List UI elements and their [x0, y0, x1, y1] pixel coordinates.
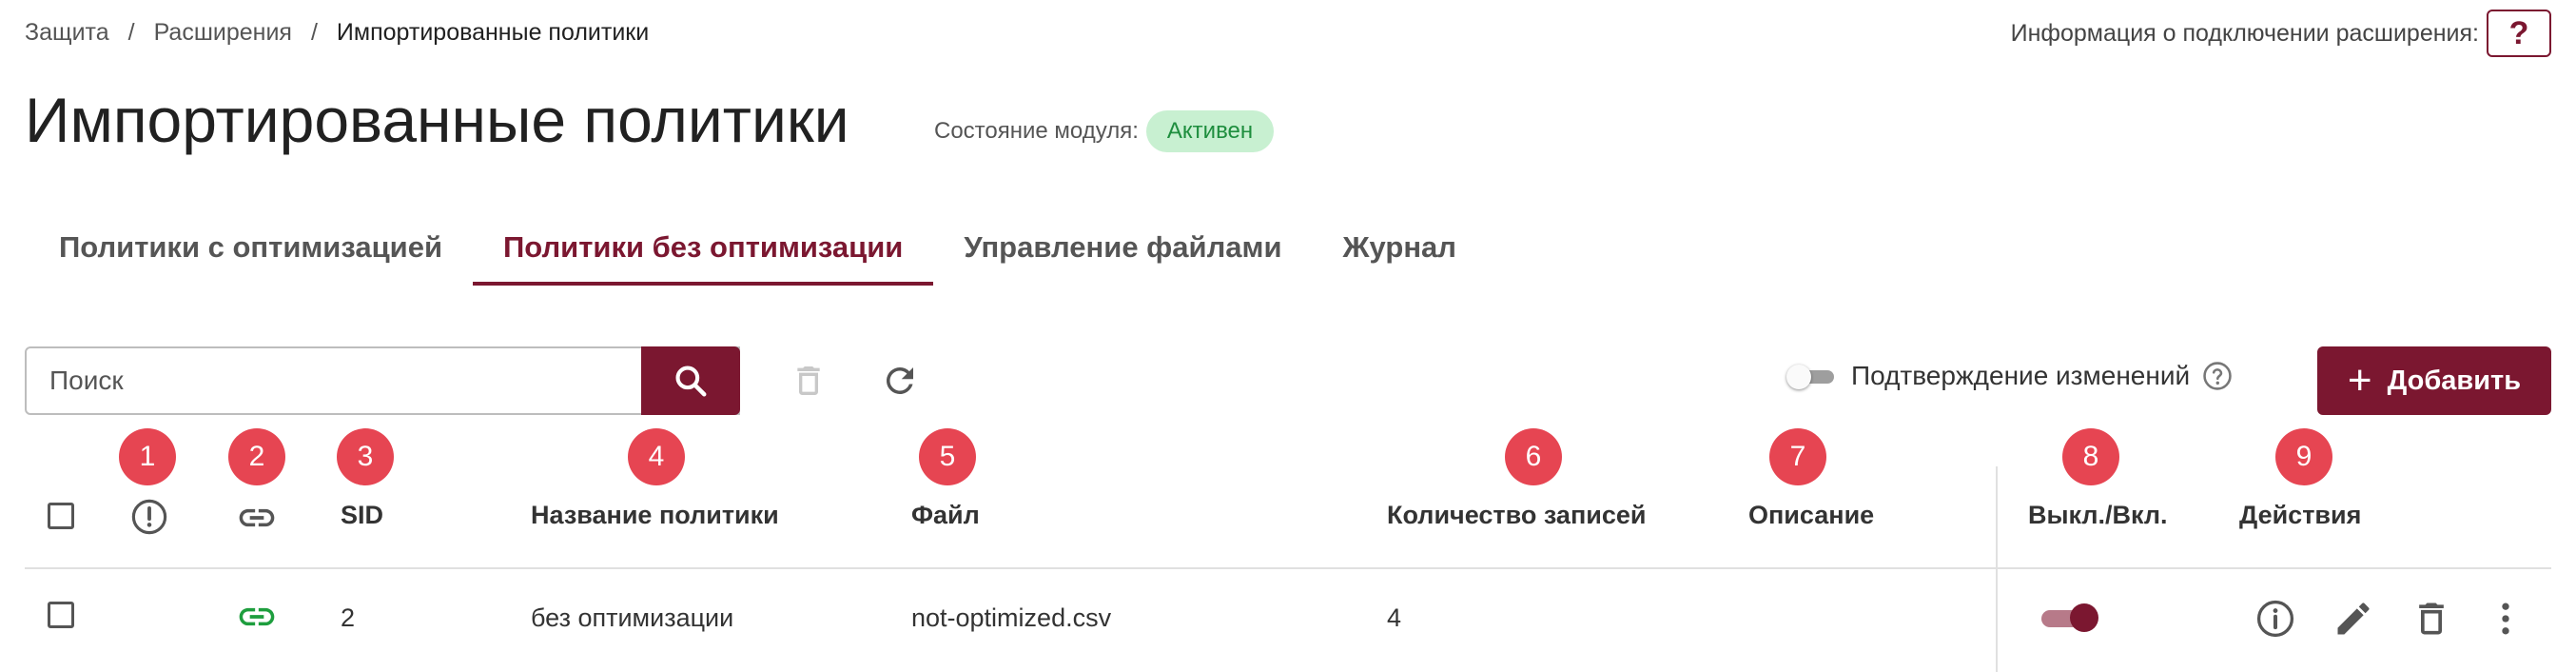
refresh-icon	[886, 366, 913, 394]
marker-6: 6	[1505, 428, 1562, 485]
marker-1: 1	[119, 428, 176, 485]
marker-8: 8	[2062, 428, 2119, 485]
tab-file-management[interactable]: Управление файлами	[933, 228, 1312, 286]
link-icon[interactable]	[236, 596, 278, 638]
column-header-actions: Действия	[2239, 501, 2362, 529]
connection-info-label: Информация о подключении расширения:	[2010, 19, 2479, 47]
policy-enabled-toggle[interactable]	[2041, 602, 2098, 634]
trash-icon[interactable]	[2410, 598, 2452, 640]
table-divider	[25, 567, 2551, 569]
search-field	[25, 346, 740, 415]
tabs: Политики с оптимизацией Политики без опт…	[29, 228, 1487, 286]
refresh-button[interactable]	[873, 354, 927, 407]
confirm-changes-label: Подтверждение изменений	[1851, 361, 2191, 390]
link-icon	[239, 508, 275, 527]
help-button[interactable]: ?	[2487, 10, 2551, 57]
more-vertical-icon[interactable]	[2485, 598, 2527, 640]
marker-4: 4	[628, 428, 685, 485]
column-header-toggle: Выкл./Вкл.	[2028, 501, 2168, 529]
trash-icon	[797, 366, 820, 395]
info-icon[interactable]	[2254, 598, 2296, 640]
confirm-changes: Подтверждение изменений	[1786, 360, 2234, 392]
confirm-changes-toggle[interactable]	[1786, 365, 1834, 389]
row-checkbox[interactable]	[48, 602, 74, 628]
search-icon	[675, 366, 707, 397]
breadcrumb-current: Импортированные политики	[336, 19, 650, 46]
plus-icon: +	[2347, 357, 2372, 404]
help-circle-icon[interactable]	[2201, 360, 2234, 392]
tab-unoptimized-policies[interactable]: Политики без оптимизации	[473, 228, 934, 286]
page-title: Импортированные политики	[25, 85, 849, 155]
breadcrumb-item-protection[interactable]: Защита	[25, 19, 109, 47]
edit-icon[interactable]	[2332, 598, 2374, 640]
table-row: 2 без оптимизации not-optimized.csv 4	[0, 571, 2576, 672]
connection-info: Информация о подключении расширения: ?	[2011, 10, 2551, 57]
breadcrumb: Защита / Расширения / Импортированные по…	[25, 19, 649, 47]
cell-record-count: 4	[1387, 603, 1402, 632]
breadcrumb-separator: /	[310, 19, 318, 46]
add-button[interactable]: + Добавить	[2317, 346, 2551, 415]
select-all-checkbox[interactable]	[48, 503, 74, 529]
column-header-policy-name[interactable]: Название политики	[531, 501, 779, 530]
cell-policy-name: без оптимизации	[531, 603, 734, 632]
marker-3: 3	[337, 428, 394, 485]
tab-optimized-policies[interactable]: Политики с оптимизацией	[29, 228, 473, 286]
module-state: Состояние модуля: Активен	[934, 110, 1275, 152]
tab-journal[interactable]: Журнал	[1313, 228, 1487, 286]
status-badge: Активен	[1145, 110, 1275, 152]
search-input[interactable]	[27, 366, 738, 396]
column-header-sid[interactable]: SID	[341, 501, 383, 530]
breadcrumb-separator: /	[127, 19, 135, 46]
marker-2: 2	[228, 428, 285, 485]
breadcrumb-item-extensions[interactable]: Расширения	[154, 19, 292, 47]
marker-7: 7	[1769, 428, 1826, 485]
cell-sid: 2	[341, 603, 356, 632]
column-header-record-count[interactable]: Количество записей	[1387, 501, 1646, 530]
column-header-file[interactable]: Файл	[911, 501, 980, 530]
cell-file: not-optimized.csv	[911, 603, 1112, 632]
column-header-description[interactable]: Описание	[1748, 501, 1874, 530]
module-state-label: Состояние модуля:	[934, 118, 1139, 144]
marker-5: 5	[919, 428, 976, 485]
search-button[interactable]	[641, 346, 740, 415]
alert-circle-icon	[131, 499, 167, 535]
marker-9: 9	[2275, 428, 2332, 485]
delete-selected-button[interactable]	[782, 354, 835, 407]
add-button-label: Добавить	[2387, 365, 2522, 396]
